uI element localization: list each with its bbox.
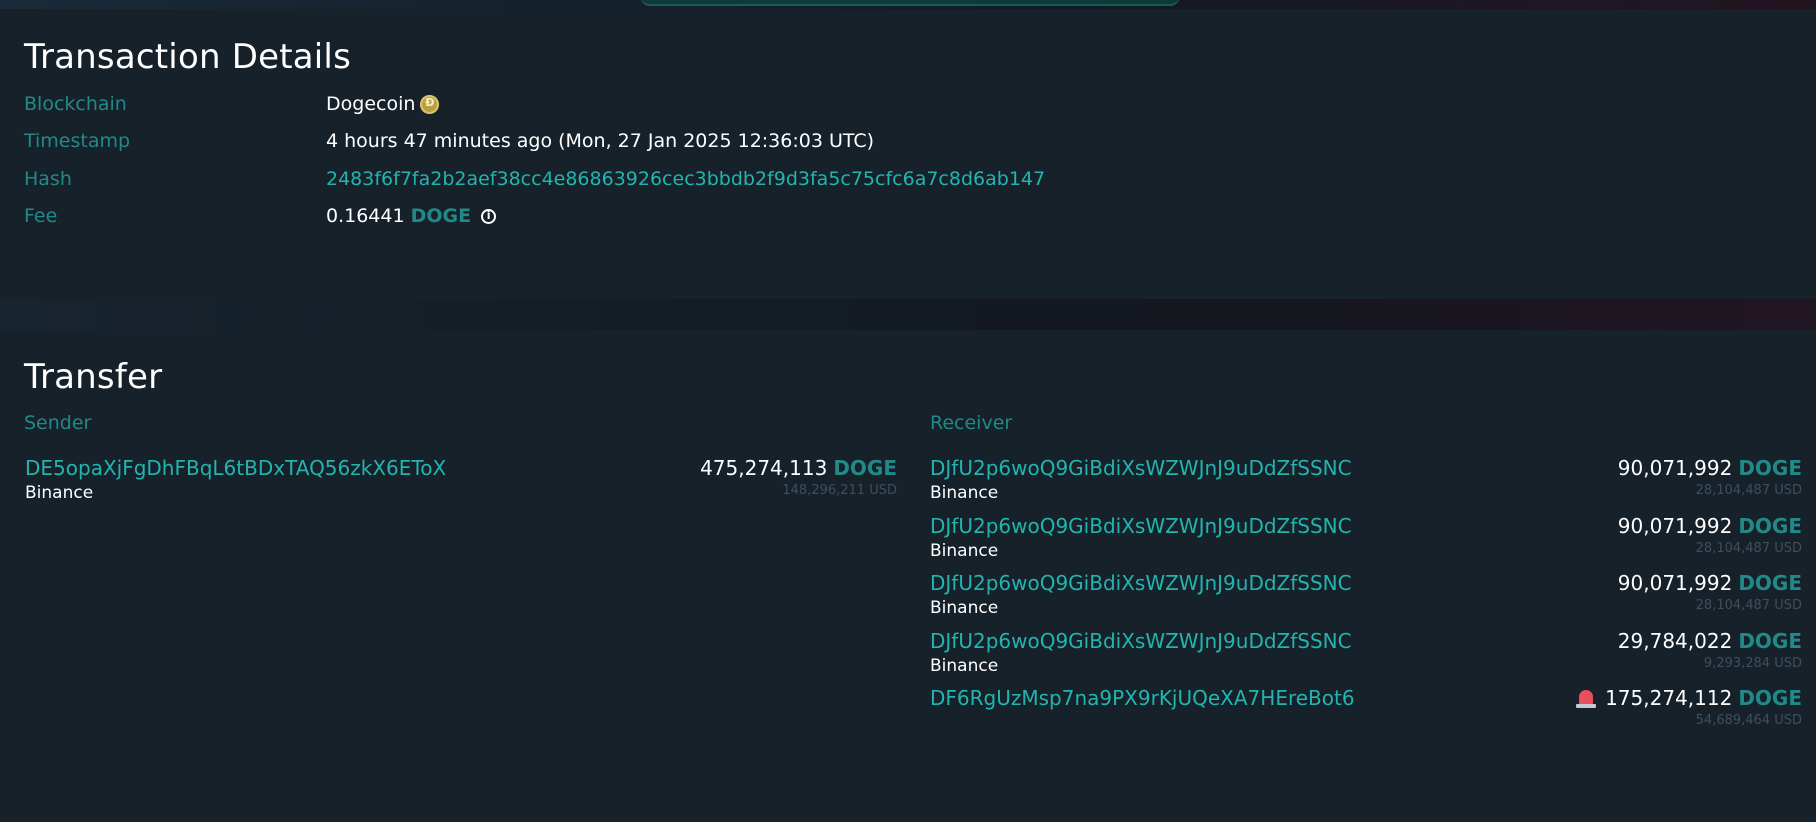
receiver-entry: DJfU2p6woQ9GiBdiXsWZWJnJ9uDdZfSSNC Binan…	[929, 571, 1802, 629]
fee-value: 0.16441 DOGE	[326, 205, 497, 227]
receiver-heading: Receiver	[930, 412, 1013, 434]
receiver-amount-value: 175,274,112	[1605, 686, 1733, 710]
sender-amount-value: 475,274,113	[700, 456, 828, 480]
receiver-usd: 54,689,464 USD	[1695, 713, 1802, 728]
timestamp-value: 4 hours 47 minutes ago (Mon, 27 Jan 2025…	[326, 130, 875, 152]
receiver-usd: 28,104,487 USD	[1695, 541, 1802, 556]
receiver-address[interactable]: DJfU2p6woQ9GiBdiXsWZWJnJ9uDdZfSSNC	[930, 456, 1352, 480]
fee-amount: 0.16441	[326, 205, 405, 227]
receiver-amount-unit[interactable]: DOGE	[1738, 514, 1802, 538]
fee-unit[interactable]: DOGE	[411, 205, 472, 227]
receiver-address[interactable]: DF6RgUzMsp7na9PX9rKjUQeXA7HEreBot6	[930, 686, 1355, 710]
receiver-amount: 175,274,112 DOGE	[1576, 686, 1802, 710]
sender-address[interactable]: DE5opaXjFgDhFBqL6tBDxTAQ56zkX6EToX	[25, 456, 446, 480]
receiver-amount-value: 90,071,992	[1617, 571, 1733, 595]
sender-amount-unit[interactable]: DOGE	[833, 456, 897, 480]
transfer-title: Transfer	[24, 357, 163, 397]
sender-amount: 475,274,113 DOGE	[700, 456, 897, 480]
receiver-amount-unit[interactable]: DOGE	[1738, 686, 1802, 710]
details-title: Transaction Details	[24, 37, 351, 77]
receiver-entry: DJfU2p6woQ9GiBdiXsWZWJnJ9uDdZfSSNC Binan…	[929, 456, 1802, 514]
sender-entry: DE5opaXjFgDhFBqL6tBDxTAQ56zkX6EToX Binan…	[24, 456, 897, 514]
receiver-usd: 9,293,284 USD	[1703, 656, 1802, 671]
dogecoin-icon	[420, 94, 440, 114]
hash-label: Hash	[24, 168, 72, 190]
search-bar-edge[interactable]	[640, 0, 1180, 6]
receiver-amount: 29,784,022 DOGE	[1618, 629, 1802, 653]
timestamp-label: Timestamp	[24, 130, 131, 152]
receiver-owner: Binance	[930, 541, 999, 561]
receiver-amount-value: 29,784,022	[1617, 629, 1733, 653]
transfer-card: Transfer Sender Receiver DE5opaXjFgDhFBq…	[0, 330, 1816, 822]
fee-label: Fee	[24, 205, 58, 227]
info-icon[interactable]	[481, 208, 497, 224]
receiver-owner: Binance	[930, 656, 999, 676]
receiver-entry: DJfU2p6woQ9GiBdiXsWZWJnJ9uDdZfSSNC Binan…	[929, 629, 1802, 687]
sender-heading: Sender	[24, 412, 92, 434]
sender-owner: Binance	[25, 483, 94, 503]
receiver-owner: Binance	[930, 483, 999, 503]
receiver-amount-unit[interactable]: DOGE	[1738, 456, 1802, 480]
receiver-amount: 90,071,992 DOGE	[1618, 456, 1802, 480]
receiver-address[interactable]: DJfU2p6woQ9GiBdiXsWZWJnJ9uDdZfSSNC	[930, 629, 1352, 653]
receiver-amount-value: 90,071,992	[1617, 456, 1733, 480]
receiver-address[interactable]: DJfU2p6woQ9GiBdiXsWZWJnJ9uDdZfSSNC	[930, 571, 1352, 595]
receiver-entry: DF6RgUzMsp7na9PX9rKjUQeXA7HEreBot6 175,2…	[929, 686, 1802, 744]
receiver-amount: 90,071,992 DOGE	[1618, 571, 1802, 595]
blockchain-name[interactable]: Dogecoin	[326, 93, 415, 115]
receiver-address[interactable]: DJfU2p6woQ9GiBdiXsWZWJnJ9uDdZfSSNC	[930, 514, 1352, 538]
receiver-amount-unit[interactable]: DOGE	[1738, 571, 1802, 595]
receiver-amount-unit[interactable]: DOGE	[1738, 629, 1802, 653]
transaction-details-card: Transaction Details Blockchain Dogecoin …	[0, 9, 1816, 299]
receiver-usd: 28,104,487 USD	[1695, 483, 1802, 498]
receiver-usd: 28,104,487 USD	[1695, 598, 1802, 613]
blockchain-value: Dogecoin	[326, 93, 440, 115]
blockchain-label: Blockchain	[24, 93, 127, 115]
alert-siren-icon[interactable]	[1576, 688, 1597, 708]
receiver-owner: Binance	[930, 598, 999, 618]
receiver-amount-value: 90,071,992	[1617, 514, 1733, 538]
section-separator	[0, 299, 1816, 330]
hash-value[interactable]: 2483f6f7fa2b2aef38cc4e86863926cec3bbdb2f…	[326, 168, 1045, 190]
receiver-entry: DJfU2p6woQ9GiBdiXsWZWJnJ9uDdZfSSNC Binan…	[929, 514, 1802, 572]
sender-usd: 148,296,211 USD	[782, 483, 897, 498]
receiver-amount: 90,071,992 DOGE	[1618, 514, 1802, 538]
